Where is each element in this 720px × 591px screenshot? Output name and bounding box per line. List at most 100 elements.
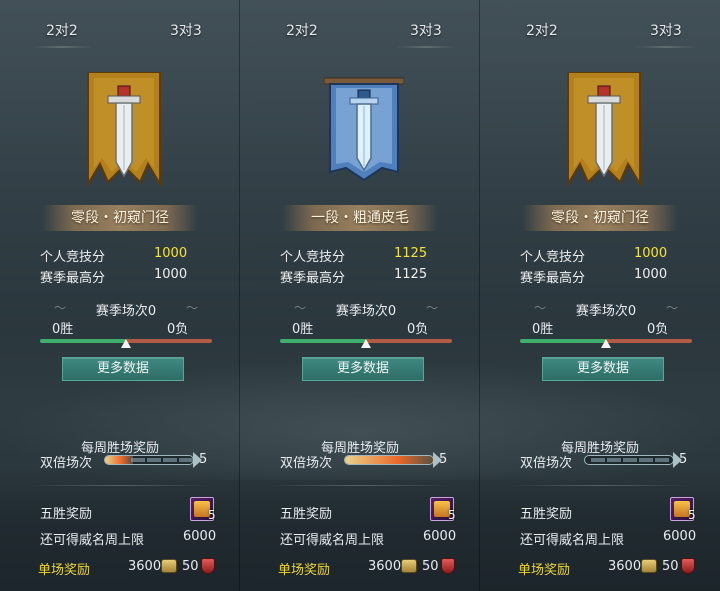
mode-tabs: 2对2 3对3 [480, 20, 720, 48]
chest-count: 5 [448, 508, 456, 522]
five-win-reward-label: 五胜奖励 [40, 507, 93, 522]
single-reward-shield-value: 50 [182, 559, 199, 574]
shield-icon [681, 558, 695, 574]
single-reward-label: 单场奖励 [278, 563, 331, 578]
weekly-limit-label: 还可得威名周上限 [520, 533, 625, 548]
win-segment [40, 339, 126, 343]
losses-count: 0负 [407, 322, 429, 337]
progress-segment [607, 458, 621, 462]
single-reward-coin-value: 3600 [368, 559, 402, 574]
single-reward-label: 单场奖励 [38, 563, 91, 578]
shield-icon [441, 558, 455, 574]
win-loss-bar [40, 339, 212, 348]
mode-tabs: 2对2 3对3 [0, 20, 240, 48]
double-progress-fill [105, 456, 133, 464]
wins-count: 0胜 [532, 322, 554, 337]
rank-banner-gold-icon [567, 72, 641, 187]
chest-count: 5 [208, 508, 216, 522]
progress-segment [623, 458, 637, 462]
weekly-limit-label: 还可得威名周上限 [40, 533, 145, 548]
rank-title: 零段・初窥门径 [42, 205, 198, 231]
season-matches: 赛季场次0 [280, 299, 452, 319]
double-matches-count: 5 [679, 452, 688, 467]
stat-season-best: 赛季最高分 1000 [40, 267, 200, 286]
season-matches: 赛季场次0 [520, 299, 692, 319]
coin-icon [401, 559, 417, 573]
more-data-button[interactable]: 更多数据 [302, 357, 424, 381]
divider [270, 485, 450, 486]
five-win-reward-label: 五胜奖励 [280, 507, 333, 522]
win-loss-bar [280, 339, 452, 348]
double-matches-progress [584, 455, 674, 465]
tab-3v3[interactable]: 3对3 [396, 20, 456, 48]
single-reward-label: 单场奖励 [518, 563, 571, 578]
arena-panel-1: 2对2 3对3 零段・初窥门径 个人竞技分 1000 赛季最高分 1000 赛季… [0, 0, 240, 591]
double-matches-progress [104, 455, 194, 465]
tab-3v3[interactable]: 3对3 [636, 20, 696, 48]
wins-count: 0胜 [52, 322, 74, 337]
win-loss-bar [520, 339, 692, 348]
weekly-limit-label: 还可得威名周上限 [280, 533, 385, 548]
stat-personal-score: 个人竞技分 1125 [280, 246, 440, 265]
tab-2v2[interactable]: 2对2 [286, 20, 318, 40]
rank-title: 一段・粗通皮毛 [282, 205, 438, 231]
stat-value: 1000 [154, 267, 188, 282]
stat-label: 个人竞技分 [280, 250, 346, 265]
loss-segment [606, 339, 692, 343]
stat-value: 1000 [154, 246, 188, 261]
stat-label: 个人竞技分 [40, 250, 106, 265]
divider [510, 485, 690, 486]
stat-season-best: 赛季最高分 1000 [520, 267, 680, 286]
progress-segment [179, 458, 193, 462]
single-reward-coin-value: 3600 [608, 559, 642, 574]
coin-icon [641, 559, 657, 573]
progress-segment [163, 458, 177, 462]
stat-value: 1000 [634, 267, 668, 282]
loss-segment [366, 339, 452, 343]
weekly-limit-value: 6000 [183, 529, 217, 544]
panels-container: 2对2 3对3 零段・初窥门径 个人竞技分 1000 赛季最高分 1000 赛季… [0, 0, 720, 591]
season-matches: 赛季场次0 [40, 299, 212, 319]
ratio-marker-icon [121, 339, 131, 348]
stat-label: 赛季最高分 [520, 271, 586, 286]
stat-season-best: 赛季最高分 1125 [280, 267, 440, 286]
weekly-limit-value: 6000 [663, 529, 697, 544]
more-data-button[interactable]: 更多数据 [62, 357, 184, 381]
double-matches-label: 双倍场次 [280, 456, 333, 471]
stat-personal-score: 个人竞技分 1000 [520, 246, 680, 265]
weekly-limit-value: 6000 [423, 529, 457, 544]
ratio-marker-icon [601, 339, 611, 348]
tab-3v3[interactable]: 3对3 [170, 20, 202, 40]
more-data-button[interactable]: 更多数据 [542, 357, 664, 381]
mode-tabs: 2对2 3对3 [240, 20, 480, 48]
coin-icon [161, 559, 177, 573]
stat-label: 赛季最高分 [280, 271, 346, 286]
double-matches-count: 5 [439, 452, 448, 467]
progress-segment [147, 458, 161, 462]
rank-title: 零段・初窥门径 [522, 205, 678, 231]
loss-segment [126, 339, 212, 343]
tab-2v2[interactable]: 2对2 [32, 20, 92, 48]
stat-value: 1125 [394, 246, 428, 261]
losses-count: 0负 [647, 322, 669, 337]
progress-segment [655, 458, 669, 462]
single-reward-shield-value: 50 [422, 559, 439, 574]
win-segment [280, 339, 366, 343]
losses-count: 0负 [167, 322, 189, 337]
progress-segment [131, 458, 145, 462]
stat-value: 1125 [394, 267, 428, 282]
single-reward-shield-value: 50 [662, 559, 679, 574]
arena-panel-2: 2对2 3对3 一段・粗通皮毛 个人竞技分 1125 赛季最高分 1125 赛季… [240, 0, 480, 591]
rank-banner-blue-icon [324, 77, 404, 182]
stat-personal-score: 个人竞技分 1000 [40, 246, 200, 265]
double-matches-count: 5 [199, 452, 208, 467]
double-progress-fill [345, 456, 433, 464]
win-segment [520, 339, 606, 343]
arena-panel-3: 2对2 3对3 零段・初窥门径 个人竞技分 1000 赛季最高分 1000 赛季… [480, 0, 720, 591]
stat-label: 个人竞技分 [520, 250, 586, 265]
wins-count: 0胜 [292, 322, 314, 337]
stat-value: 1000 [634, 246, 668, 261]
tab-2v2[interactable]: 2对2 [526, 20, 558, 40]
double-matches-label: 双倍场次 [520, 456, 573, 471]
progress-segment [591, 458, 605, 462]
